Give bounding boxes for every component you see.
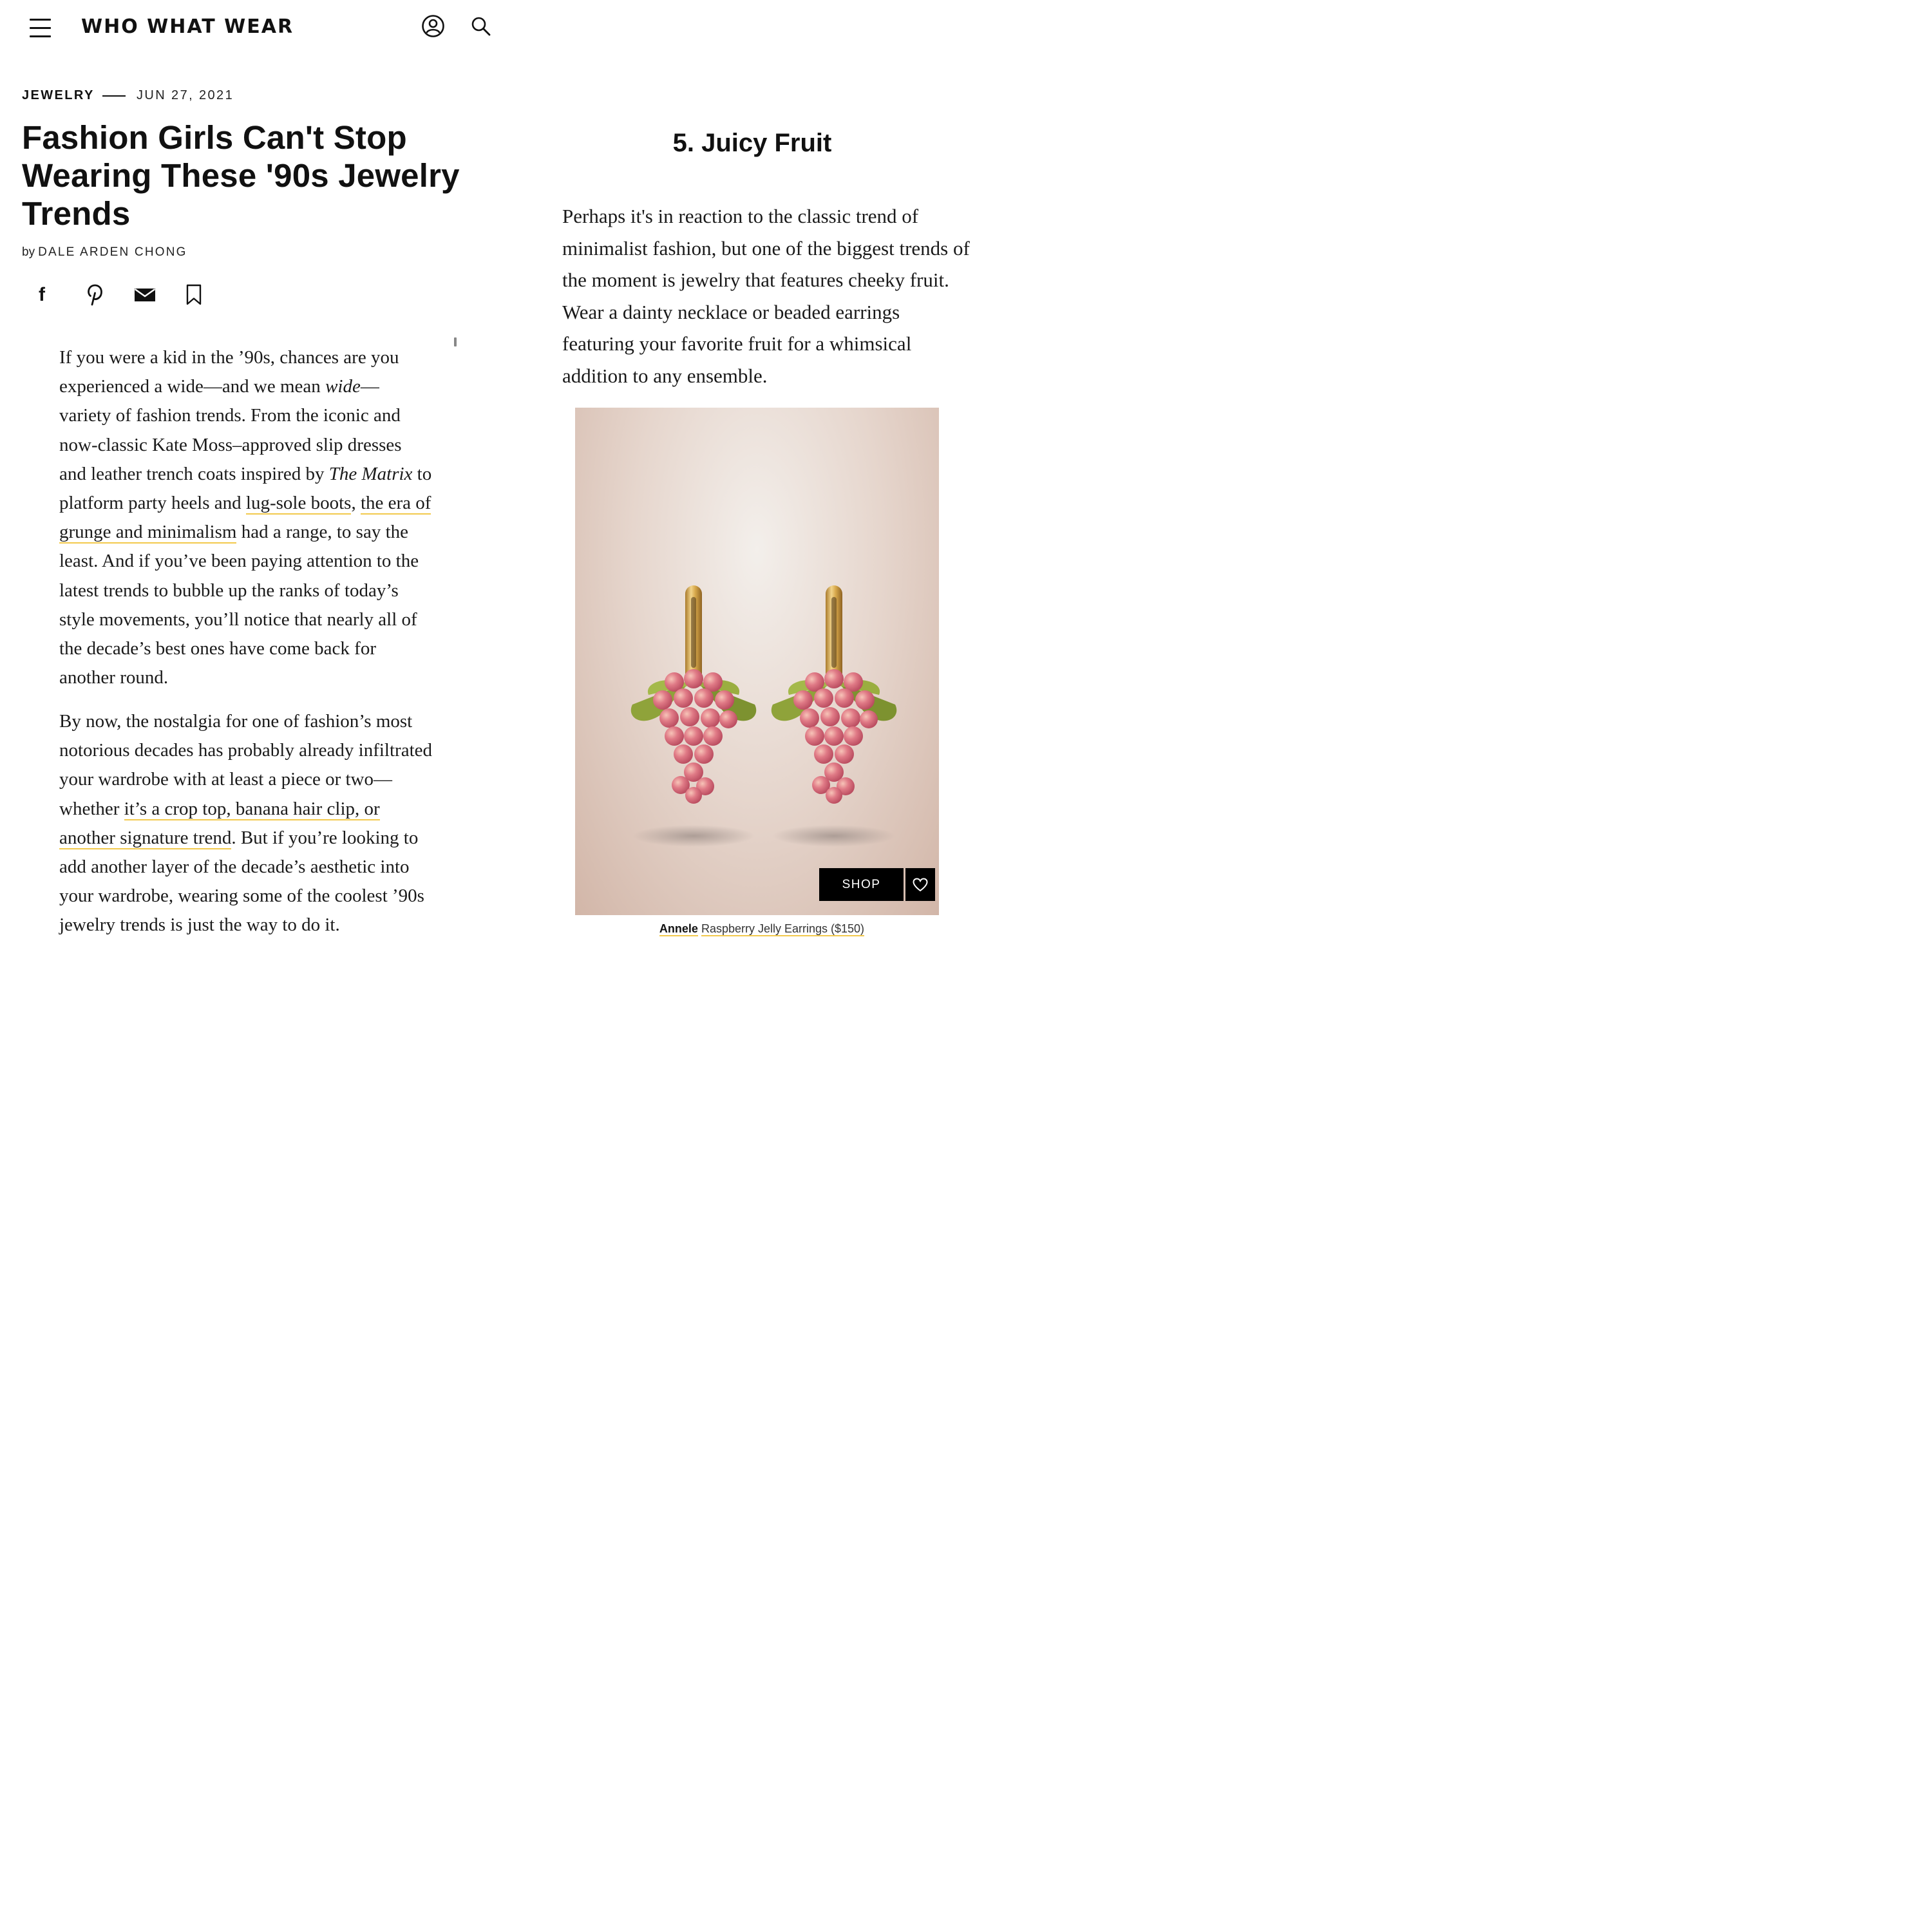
product-link[interactable]: Raspberry Jelly Earrings ($150) <box>701 922 865 936</box>
scroll-indicator <box>454 337 457 346</box>
lug-sole-boots-link[interactable]: lug-sole boots <box>245 493 352 515</box>
brand-name[interactable]: Annele <box>659 922 698 935</box>
product-image[interactable] <box>575 408 939 915</box>
pinterest-icon[interactable] <box>84 283 107 307</box>
publish-date: JUN 27, 2021 <box>137 88 234 102</box>
bookmark-icon[interactable] <box>182 283 205 307</box>
emphasis: wide <box>325 376 361 397</box>
section-heading: 5. Juicy Fruit <box>672 129 832 157</box>
emphasis: The Matrix <box>328 463 413 484</box>
title-line: Wearing These '90s Jewelry <box>22 157 460 194</box>
article-paragraph-2: By now, the nostalgia for one of fashion… <box>59 711 432 936</box>
search-icon[interactable] <box>471 16 491 37</box>
shop-button[interactable]: SHOP <box>819 868 904 901</box>
account-icon[interactable] <box>421 14 445 38</box>
site-logo[interactable]: WHO WHAT WEAR <box>81 15 294 38</box>
category-link[interactable]: JEWELRY <box>22 88 95 103</box>
article-paragraph-1: If you were a kid in the ’90s, chances a… <box>59 347 432 688</box>
hamburger-menu-icon[interactable] <box>30 19 52 38</box>
byline-prefix: by <box>22 245 35 259</box>
product-caption: Annele Raspberry Jelly Earrings ($150) <box>575 922 949 936</box>
article-title: Fashion Girls Can't Stop Wearing These '… <box>22 118 498 232</box>
byline: by DALE ARDEN CHONG <box>22 245 187 260</box>
author-link[interactable]: DALE ARDEN CHONG <box>38 245 187 259</box>
facebook-icon[interactable]: f <box>30 283 53 307</box>
email-icon[interactable] <box>133 283 156 307</box>
title-line: Trends <box>22 195 131 232</box>
meta-divider <box>102 95 126 97</box>
heart-icon[interactable] <box>905 868 935 901</box>
title-line: Fashion Girls Can't Stop <box>22 119 407 156</box>
section-paragraph: Perhaps it's in reaction to the classic … <box>562 205 970 387</box>
